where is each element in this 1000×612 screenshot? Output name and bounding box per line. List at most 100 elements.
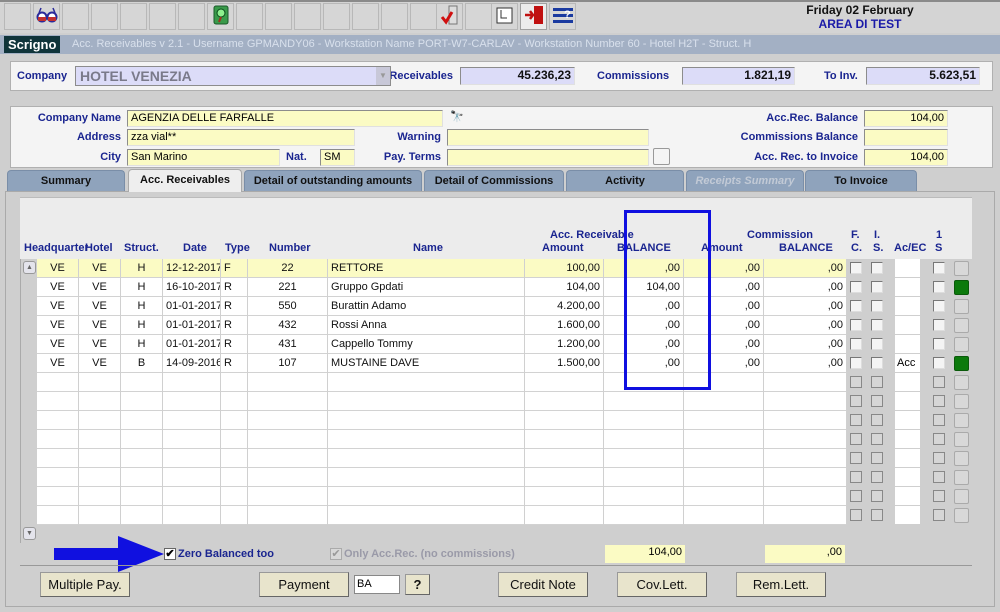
toolbar-empty-button[interactable] [4,3,31,30]
row-status-button[interactable] [954,280,969,295]
chevron-down-icon[interactable]: ▼ [376,67,390,85]
glasses-button[interactable] [33,3,60,30]
row-status-button[interactable] [954,261,969,276]
company-name-field[interactable]: AGENZIA DELLE FARFALLE [127,110,443,127]
zero-balanced-checkbox[interactable]: ✔ [164,548,176,560]
toolbar-empty-button[interactable] [410,3,437,30]
pay-terms-lookup-button[interactable] [653,148,670,165]
city-field[interactable]: San Marino [127,149,280,166]
tab-detail-of-commissions[interactable]: Detail of Commissions [424,170,564,191]
fc-checkbox[interactable] [850,357,862,369]
empty-table-row[interactable] [37,449,847,468]
scroll-down-button[interactable]: ▼ [23,527,36,540]
is-checkbox[interactable] [871,471,883,483]
fc-checkbox[interactable] [850,376,862,388]
document-edit-button[interactable] [491,3,518,30]
empty-table-row[interactable] [37,411,847,430]
1s-checkbox[interactable] [933,414,945,426]
table-row[interactable]: VE VE H 01-01-2017 R 432 Rossi Anna 1.600,00,00… [37,316,847,335]
row-status-button[interactable] [954,299,969,314]
payment-help-button[interactable]: ? [405,574,430,595]
is-checkbox[interactable] [871,452,883,464]
binoculars-icon[interactable]: 🔭 [450,110,466,124]
grid-scrollbar[interactable]: ▲ ▼ [20,259,37,543]
row-status-button[interactable] [954,470,969,485]
fc-checkbox[interactable] [850,414,862,426]
toolbar-empty-button[interactable] [465,3,492,30]
row-status-button[interactable] [954,394,969,409]
1s-checkbox[interactable] [933,509,945,521]
pay-terms-field[interactable] [447,149,649,166]
toolbar-empty-button[interactable] [381,3,408,30]
fc-checkbox[interactable] [850,433,862,445]
fc-checkbox[interactable] [850,490,862,502]
row-status-button[interactable] [954,356,969,371]
toolbar-empty-button[interactable] [236,3,263,30]
1s-checkbox[interactable] [933,262,945,274]
multiple-pay-button[interactable]: Multiple Pay. [40,572,130,597]
is-checkbox[interactable] [871,376,883,388]
warning-field[interactable] [447,129,649,146]
table-row[interactable]: VE VE H 01-01-2017 R 550 Burattin Adamo 4.200,0… [37,297,847,316]
row-status-button[interactable] [954,508,969,523]
1s-checkbox[interactable] [933,319,945,331]
fc-checkbox[interactable] [850,395,862,407]
1s-checkbox[interactable] [933,452,945,464]
nation-field[interactable]: SM [320,149,355,166]
table-row[interactable]: VE VE B 14-09-2016 R 107 MUSTAINE DAVE 1.500,00… [37,354,847,373]
is-checkbox[interactable] [871,433,883,445]
fc-checkbox[interactable] [850,471,862,483]
toolbar-empty-button[interactable] [178,3,205,30]
1s-checkbox[interactable] [933,490,945,502]
row-status-button[interactable] [954,451,969,466]
is-checkbox[interactable] [871,490,883,502]
address-field[interactable]: zza vial** [127,129,355,146]
table-row[interactable]: VE VE H 16-10-2017 R 221 Gruppo Gpdati 104,00 10… [37,278,847,297]
fc-checkbox[interactable] [850,509,862,521]
row-status-button[interactable] [954,318,969,333]
scroll-up-button[interactable]: ▲ [23,261,36,274]
only-accrec-checkbox[interactable]: ✔ [330,548,342,560]
1s-checkbox[interactable] [933,376,945,388]
is-checkbox[interactable] [871,509,883,521]
tab-summary[interactable]: Summary [7,170,125,191]
is-checkbox[interactable] [871,395,883,407]
row-status-button[interactable] [954,337,969,352]
green-book-search-button[interactable] [207,3,234,30]
fc-checkbox[interactable] [850,452,862,464]
is-checkbox[interactable] [871,262,883,274]
1s-checkbox[interactable] [933,471,945,483]
payment-code-input[interactable]: BA [354,575,400,594]
fc-checkbox[interactable] [850,281,862,293]
is-checkbox[interactable] [871,300,883,312]
cov-lett-button[interactable]: Cov.Lett. [617,572,707,597]
credit-note-button[interactable]: Credit Note [498,572,588,597]
toolbar-empty-button[interactable] [120,3,147,30]
toolbar-empty-button[interactable] [323,3,350,30]
is-checkbox[interactable] [871,357,883,369]
table-row[interactable]: VE VE H 01-01-2017 R 431 Cappello Tommy 1.200,0… [37,335,847,354]
fc-checkbox[interactable] [850,319,862,331]
is-checkbox[interactable] [871,414,883,426]
1s-checkbox[interactable] [933,338,945,350]
1s-checkbox[interactable] [933,357,945,369]
toolbar-empty-button[interactable] [352,3,379,30]
toolbar-empty-button[interactable] [265,3,292,30]
exit-door-button[interactable] [520,3,547,30]
is-checkbox[interactable] [871,281,883,293]
row-status-button[interactable] [954,489,969,504]
fc-checkbox[interactable] [850,300,862,312]
1s-checkbox[interactable] [933,395,945,407]
tab-to-invoice[interactable]: To Invoice [805,170,917,191]
1s-checkbox[interactable] [933,281,945,293]
1s-checkbox[interactable] [933,300,945,312]
toolbar-empty-button[interactable] [62,3,89,30]
toolbar-empty-button[interactable] [91,3,118,30]
empty-table-row[interactable] [37,392,847,411]
tab-detail-of-outstanding-amounts[interactable]: Detail of outstanding amounts [244,170,422,191]
checklist-button[interactable] [436,3,463,30]
empty-table-row[interactable] [37,430,847,449]
is-checkbox[interactable] [871,338,883,350]
help-menu-button[interactable]: ? [549,3,576,30]
empty-table-row[interactable] [37,373,847,392]
